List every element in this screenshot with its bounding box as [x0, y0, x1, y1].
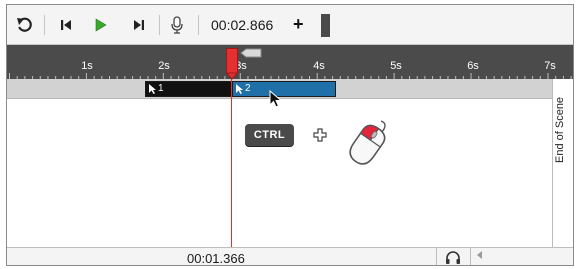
timeline-panel: 00:02.866 + 1s 2s 3s 4s 5s 6s 7s 1 2 End…	[6, 4, 574, 266]
scroll-left-button[interactable]	[477, 251, 483, 262]
undo-icon	[17, 17, 32, 32]
step-forward-icon	[134, 20, 144, 30]
clip-marker-icon[interactable]	[240, 48, 262, 58]
ctrl-key-badge: CTRL	[245, 124, 294, 146]
clip-2[interactable]: 2	[232, 81, 336, 97]
toolbar-divider	[198, 15, 199, 35]
ruler-label: 7s	[544, 60, 556, 72]
undo-button[interactable]	[13, 13, 37, 37]
toolbar-divider	[159, 15, 160, 35]
add-time-button[interactable]: +	[293, 14, 304, 35]
play-icon	[95, 18, 107, 32]
status-divider	[470, 248, 471, 265]
cursor-arrow-icon	[236, 84, 243, 94]
end-of-scene-label: End of Scene	[554, 96, 566, 164]
playhead-time-readout: 00:01.366	[187, 251, 245, 266]
step-forward-button[interactable]	[129, 13, 149, 37]
skip-to-start-icon	[61, 20, 71, 30]
clip-1[interactable]: 1	[145, 81, 232, 97]
current-time-display: 00:02.866	[211, 17, 274, 33]
status-bar: 00:01.366	[7, 247, 573, 266]
timeline-canvas[interactable]	[7, 99, 552, 247]
ruler-label: 5s	[390, 60, 402, 72]
mouse-left-click-icon	[349, 120, 386, 165]
skip-to-start-button[interactable]	[56, 13, 76, 37]
timeline-zoom-handle[interactable]	[321, 14, 330, 37]
toolbar: 00:02.866 +	[7, 5, 573, 45]
playhead-handle[interactable]	[226, 48, 238, 80]
record-audio-button[interactable]	[167, 13, 187, 37]
toolbar-divider	[44, 15, 45, 35]
status-divider	[436, 248, 437, 265]
microphone-icon	[171, 16, 183, 34]
cursor-arrow-icon	[149, 84, 156, 94]
plus-icon	[313, 128, 327, 142]
headphones-icon	[446, 251, 460, 264]
mouse-pointer-icon	[269, 90, 283, 108]
play-button[interactable]	[91, 13, 111, 37]
ruler-label: 1s	[81, 60, 93, 72]
ruler-label: 2s	[158, 60, 170, 72]
playhead-line	[231, 69, 232, 249]
ruler-label: 4s	[313, 60, 325, 72]
ruler-label: 6s	[467, 60, 479, 72]
chevron-left-icon	[477, 251, 482, 259]
audio-preview-button[interactable]	[445, 250, 461, 265]
clip-label: 1	[158, 83, 164, 94]
clip-label: 2	[245, 83, 251, 94]
end-of-scene-marker: End of Scene	[552, 79, 573, 247]
time-ruler[interactable]: 1s 2s 3s 4s 5s 6s 7s	[7, 45, 573, 79]
